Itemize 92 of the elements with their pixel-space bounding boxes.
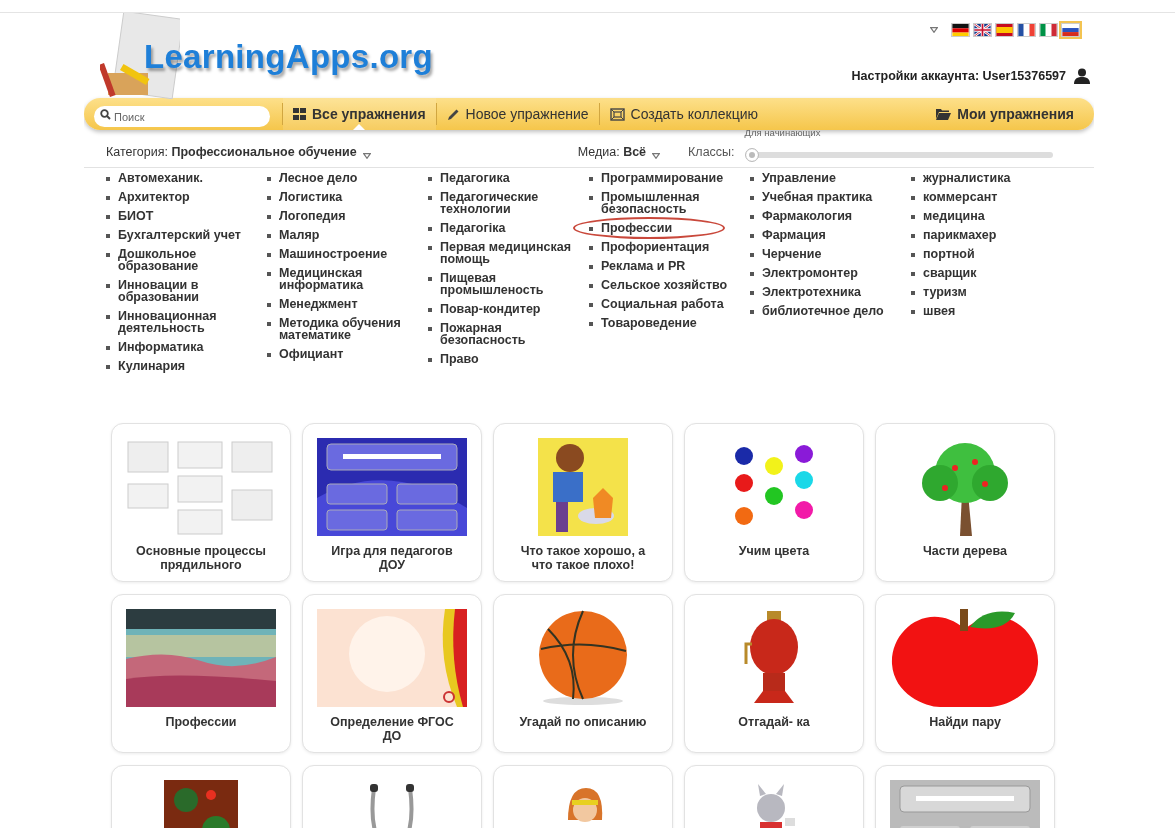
exercise-card[interactable]: Что такое хорошо, а что такое плохо! xyxy=(493,423,673,582)
category-link[interactable]: Логистика xyxy=(267,191,428,203)
category-link[interactable]: парикмахер xyxy=(911,229,1072,241)
category-link[interactable]: Бухгалтерский учет xyxy=(106,229,267,241)
category-link[interactable]: Машиностроение xyxy=(267,248,428,260)
account-settings-link[interactable]: Настройки аккаунта: User15376597 xyxy=(851,67,1066,86)
exercise-title: Что такое хорошо, а что такое плохо! xyxy=(519,544,647,572)
nav-tab[interactable]: Новое упражнение xyxy=(436,98,599,130)
category-link[interactable]: Педагогические технологии xyxy=(428,191,589,215)
exercise-title: Профессии xyxy=(164,715,238,729)
exercise-card[interactable]: Найди пару xyxy=(875,594,1055,753)
category-link[interactable]: Социальная работа xyxy=(589,298,750,310)
pencil-icon xyxy=(446,107,460,121)
category-link[interactable]: Электромонтер xyxy=(750,267,911,279)
category-link[interactable]: Фармация xyxy=(750,229,911,241)
tab-pointer-icon xyxy=(353,124,366,130)
category-link[interactable]: Архитектор xyxy=(106,191,267,203)
category-link[interactable]: Педагогiка xyxy=(428,222,589,234)
category-link[interactable]: Инновационная деятельность xyxy=(106,310,267,334)
exercise-card[interactable]: Части дерева xyxy=(875,423,1055,582)
category-link[interactable]: Промышленная безопасность xyxy=(589,191,750,215)
exercise-title: Отгадай- ка xyxy=(737,715,811,729)
category-filter[interactable]: Категория: Профессиональное обучение xyxy=(106,143,357,162)
collection-icon xyxy=(609,107,625,121)
category-link[interactable]: Официант xyxy=(267,348,428,360)
exercise-title: Части дерева xyxy=(922,544,1008,558)
category-link[interactable]: Товароведение xyxy=(589,317,750,329)
category-link[interactable]: Управление xyxy=(750,172,911,184)
exercise-title: Определение ФГОС ДО xyxy=(329,715,455,743)
exercise-card[interactable]: Отгадай- ка xyxy=(684,594,864,753)
search-field[interactable]: Поиск xyxy=(94,106,270,127)
exercise-title: Основные процессы прядильного xyxy=(134,544,268,572)
category-link[interactable]: Учебная практика xyxy=(750,191,911,203)
category-link[interactable]: Методика обучения математике xyxy=(267,317,428,341)
category-link[interactable]: Сельское хозяйство xyxy=(589,279,750,291)
search-icon xyxy=(100,108,111,120)
category-link[interactable]: Повар-кондитер xyxy=(428,303,589,315)
category-link[interactable]: Право xyxy=(428,353,589,365)
category-link[interactable]: Логопедия xyxy=(267,210,428,222)
category-link[interactable]: Кулинария xyxy=(106,360,267,372)
user-icon[interactable] xyxy=(1074,68,1090,85)
category-link[interactable]: Педагогика xyxy=(428,172,589,184)
category-link[interactable]: медицина xyxy=(911,210,1072,222)
category-link[interactable]: швея xyxy=(911,305,1072,317)
category-link[interactable]: журналистика xyxy=(911,172,1072,184)
category-link[interactable]: Дошкольное образование xyxy=(106,248,267,272)
category-link[interactable]: Лесное дело xyxy=(267,172,428,184)
category-link[interactable]: Первая медицинская помощь xyxy=(428,241,589,265)
nav-tab[interactable]: Мои упражнения xyxy=(926,98,1084,130)
exercise-card[interactable]: Основные процессы прядильного xyxy=(111,423,291,582)
category-link[interactable]: Профессии xyxy=(589,222,750,234)
media-filter[interactable]: Медиа: Всё xyxy=(577,143,647,162)
exercise-card[interactable]: Учим цвета xyxy=(684,423,864,582)
level-slider[interactable] xyxy=(744,148,1053,162)
category-link[interactable]: Черчение xyxy=(750,248,911,260)
category-link[interactable]: Профориентация xyxy=(589,241,750,253)
category-link[interactable]: коммерсант xyxy=(911,191,1072,203)
category-link[interactable]: Инновации в образовании xyxy=(106,279,267,303)
category-link[interactable]: Автомеханик. xyxy=(106,172,267,184)
exercise-title: Игра для педагогов ДОУ xyxy=(330,544,454,572)
category-link[interactable]: сварщик xyxy=(911,267,1072,279)
category-link[interactable]: Электротехника xyxy=(750,286,911,298)
exercise-card[interactable]: Игра для педагогов ДОУ xyxy=(302,423,482,582)
category-link[interactable]: БИОТ xyxy=(106,210,267,222)
dropdown-caret-icon[interactable] xyxy=(362,153,371,159)
exercise-card[interactable]: Угадай по описанию xyxy=(493,594,673,753)
slider-thumb[interactable] xyxy=(744,148,759,162)
category-link[interactable]: туризм xyxy=(911,286,1072,298)
grid-icon xyxy=(293,108,306,120)
category-link[interactable]: Программирование xyxy=(589,172,750,184)
category-link[interactable]: Пищевая промышленость xyxy=(428,272,589,296)
dropdown-caret-icon[interactable] xyxy=(652,153,661,159)
folder-icon xyxy=(936,108,952,120)
logo-text[interactable]: LearningApps.org xyxy=(144,35,433,79)
category-link[interactable]: Реклама и PR xyxy=(589,260,750,272)
dropdown-caret-icon[interactable] xyxy=(930,27,938,33)
category-link[interactable]: Информатика xyxy=(106,341,267,353)
category-link[interactable]: Медицинская информатика xyxy=(267,267,428,291)
exercise-title: Угадай по описанию xyxy=(518,715,648,729)
classes-label: Классы: xyxy=(688,144,735,162)
category-link[interactable]: Маляр xyxy=(267,229,428,241)
nav-tab[interactable]: Все упражнения xyxy=(283,98,436,130)
exercise-title: Учим цвета xyxy=(737,544,811,558)
category-link[interactable]: портной xyxy=(911,248,1072,260)
exercise-card[interactable]: Определение ФГОС ДО xyxy=(302,594,482,753)
category-link[interactable]: Пожарная безопасность xyxy=(428,322,589,346)
category-link[interactable]: Фармакология xyxy=(750,210,911,222)
category-link[interactable]: Менеджмент xyxy=(267,298,428,310)
category-link[interactable]: библиотечное дело xyxy=(750,305,911,317)
exercise-title: Найди пару xyxy=(928,715,1002,729)
flag-icon[interactable] xyxy=(973,23,992,37)
exercise-card[interactable]: Профессии xyxy=(111,594,291,753)
